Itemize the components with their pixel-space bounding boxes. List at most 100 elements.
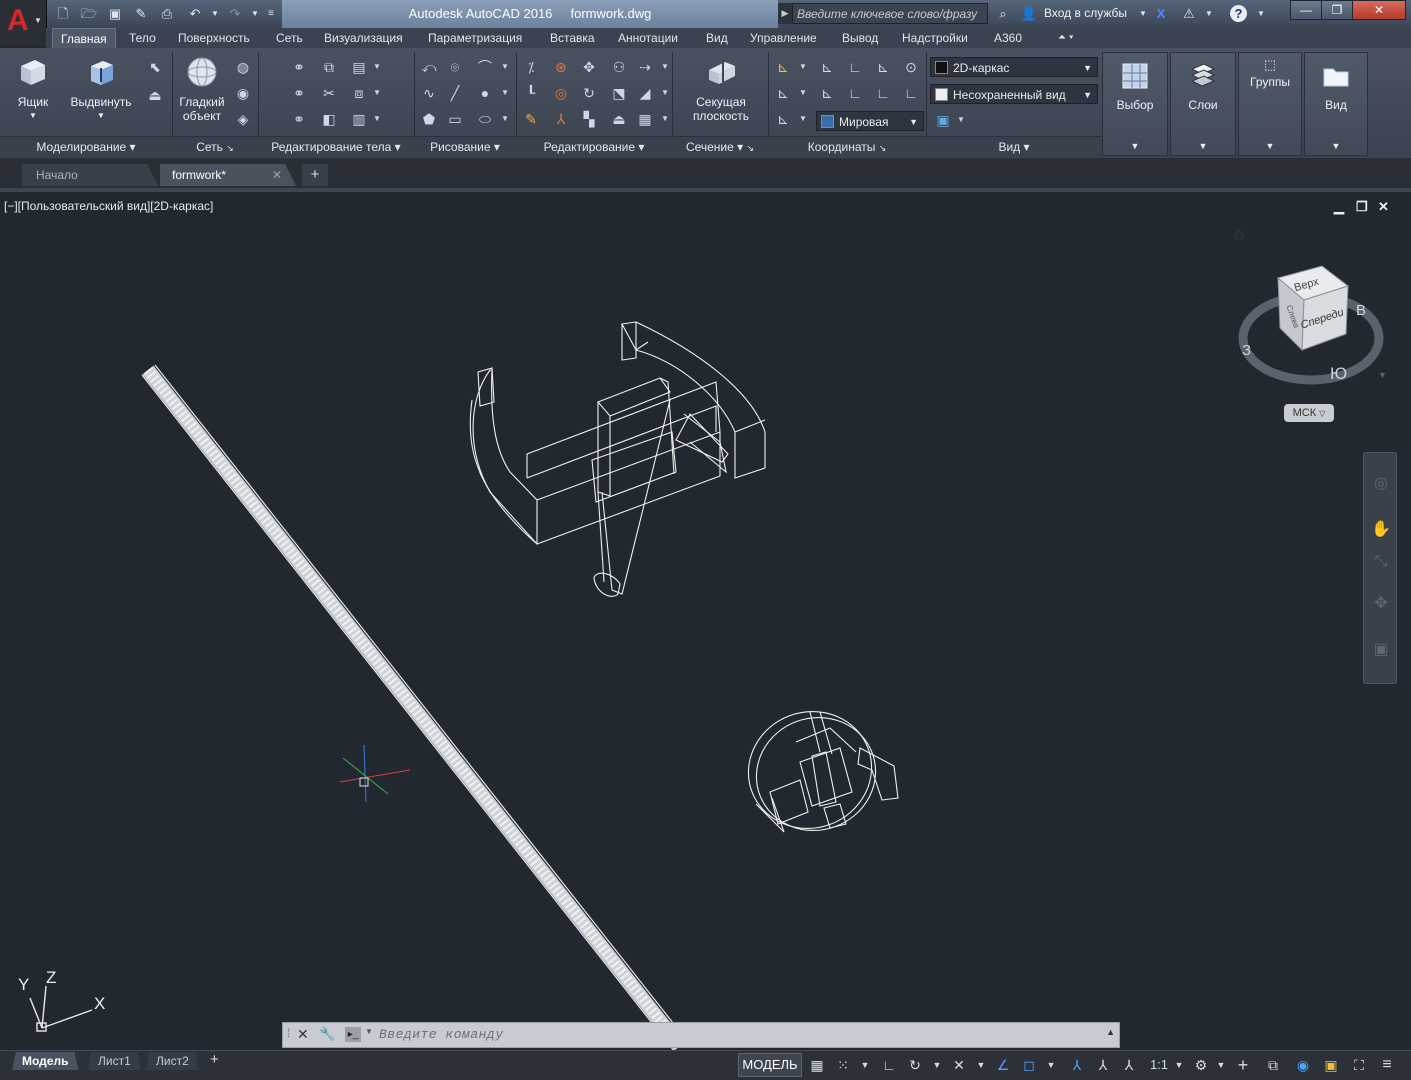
presspull-icon[interactable]: ⬉ bbox=[146, 58, 164, 76]
rect-array-icon[interactable]: ▦ bbox=[636, 110, 654, 128]
ucs-icon[interactable]: ⊾ bbox=[774, 58, 792, 76]
chevron-down-icon[interactable]: ▼ bbox=[368, 58, 386, 76]
layout-tab-sheet2[interactable]: Лист2 bbox=[146, 1052, 199, 1070]
line-icon[interactable]: ⤺ bbox=[420, 58, 438, 76]
extrude-button[interactable]: Выдвинуть ▼ bbox=[70, 52, 132, 123]
new-file-icon[interactable]: 🗋 bbox=[54, 5, 72, 22]
close-icon[interactable]: ✕ bbox=[297, 1026, 309, 1043]
showmotion-icon[interactable]: ▣ bbox=[1370, 639, 1392, 661]
isodraft-icon[interactable]: ✕ bbox=[948, 1053, 970, 1077]
section-plane-button[interactable]: Секущая плоскость bbox=[680, 52, 762, 123]
rotate-3d-icon[interactable]: ⊛ bbox=[552, 58, 570, 76]
tab-surface[interactable]: Поверхность bbox=[178, 28, 250, 48]
chevron-down-icon[interactable]: ▼ bbox=[926, 1053, 948, 1077]
groups-panel-button[interactable]: ⬚ Группы ▼ bbox=[1238, 52, 1302, 156]
hardware-acceleration-icon[interactable]: ◉ bbox=[1292, 1053, 1314, 1077]
maximize-button[interactable]: ❐ bbox=[1321, 0, 1353, 20]
trim-icon[interactable]: ⁒ bbox=[522, 58, 540, 76]
orbit-icon[interactable]: ✥ bbox=[1370, 593, 1392, 615]
save-icon[interactable]: ▣ bbox=[106, 5, 124, 22]
compass-west[interactable]: З bbox=[1242, 342, 1251, 359]
panel-section-title[interactable]: Сечение ▾ ↘ bbox=[672, 136, 768, 157]
extrude-faces-icon[interactable]: ▤ bbox=[350, 58, 368, 76]
binoculars-icon[interactable]: ⌕ bbox=[994, 5, 1012, 22]
layout-tab-model[interactable]: Модель bbox=[12, 1052, 79, 1070]
visual-style-combo[interactable]: 2D-каркас ▼ bbox=[930, 57, 1098, 77]
ucs-origin-icon[interactable]: ⊾ bbox=[818, 58, 836, 76]
separate-icon[interactable]: ⧈ bbox=[350, 84, 368, 102]
spline-icon[interactable]: ∿ bbox=[420, 84, 438, 102]
search-input[interactable]: Введите ключевое слово/фразу bbox=[792, 3, 988, 24]
extract-edges-icon[interactable]: ⧉ bbox=[320, 58, 338, 76]
pan-icon[interactable]: ✋ bbox=[1370, 519, 1392, 541]
stretch-icon[interactable]: ⬔ bbox=[610, 84, 628, 102]
command-line[interactable]: ⁞ ✕ 🔧 ▸_ ▼ Введите команду ▲ bbox=[282, 1022, 1120, 1048]
customization-menu-icon[interactable]: ≡ bbox=[1376, 1053, 1398, 1077]
help-dropdown-icon[interactable]: ▼ bbox=[1252, 5, 1270, 22]
erase-icon[interactable]: ✎ bbox=[522, 110, 540, 128]
compass-east[interactable]: В bbox=[1356, 302, 1366, 319]
scale-icon[interactable]: ◢ bbox=[636, 84, 654, 102]
a360-dropdown-icon[interactable]: ▼ bbox=[1200, 5, 1218, 22]
ucs-object-icon[interactable]: ⊾ bbox=[874, 58, 892, 76]
polyline-icon[interactable]: ╱ bbox=[446, 84, 464, 102]
object-snap-tracking-icon[interactable]: ∠ bbox=[992, 1053, 1014, 1077]
chevron-down-icon[interactable]: ▼ bbox=[496, 84, 514, 102]
drawing-canvas[interactable] bbox=[0, 192, 1411, 1050]
command-input[interactable]: Введите команду bbox=[379, 1026, 1079, 1044]
sign-in-label[interactable]: Вход в службы bbox=[1044, 6, 1127, 20]
intersect-icon[interactable]: ⚭ bbox=[290, 110, 308, 128]
slice-icon[interactable]: ✂ bbox=[320, 84, 338, 102]
mirror-3d-icon[interactable]: ⅄ bbox=[552, 110, 570, 128]
close-tab-icon[interactable]: ✕ bbox=[272, 164, 282, 186]
chevron-down-icon[interactable]: ▼ bbox=[1210, 1053, 1232, 1077]
rectangle-icon[interactable]: ▭ bbox=[446, 110, 464, 128]
chevron-down-icon[interactable]: ▼ bbox=[368, 110, 386, 128]
help-icon[interactable]: ? bbox=[1230, 5, 1247, 22]
viewport-config-icon[interactable]: ▣ bbox=[934, 111, 952, 129]
thicken-icon[interactable]: ◧ bbox=[320, 110, 338, 128]
tab-home[interactable]: Главная bbox=[52, 28, 116, 48]
annotation-scale-icon[interactable]: ⅄ bbox=[1118, 1053, 1140, 1077]
move-icon[interactable]: ✥ bbox=[580, 58, 598, 76]
chevron-down-icon[interactable]: ▼ bbox=[365, 1027, 373, 1036]
ucs-previous-icon[interactable]: ⊾ bbox=[818, 84, 836, 102]
ucs-3point-icon[interactable]: ∟ bbox=[846, 58, 864, 76]
compass-south[interactable]: Ю bbox=[1330, 364, 1347, 384]
undo-dropdown-icon[interactable]: ▼ bbox=[206, 5, 224, 22]
formwork-clamp-model[interactable] bbox=[469, 321, 766, 597]
grid-icon[interactable]: ▦ bbox=[806, 1053, 828, 1077]
panel-view-title[interactable]: Вид ▾ bbox=[926, 136, 1102, 157]
chevron-down-icon[interactable]: ▼ bbox=[952, 111, 970, 129]
panel-draw-title[interactable]: Рисование ▾ bbox=[414, 136, 516, 157]
hatch-icon[interactable]: ⌾ bbox=[446, 58, 464, 76]
zoom-extents-icon[interactable]: ⤡ bbox=[1370, 551, 1392, 573]
viewport-restore-icon[interactable]: ❐ bbox=[1356, 199, 1368, 215]
undo-icon[interactable]: ↶ bbox=[186, 5, 204, 22]
panel-mesh-title[interactable]: Сеть ↘ bbox=[172, 136, 258, 157]
copy-icon[interactable]: ⚇ bbox=[610, 58, 628, 76]
view-panel-button[interactable]: Вид ▼ bbox=[1304, 52, 1368, 156]
box-button[interactable]: Ящик ▼ bbox=[8, 52, 58, 123]
panel-coordinates-title[interactable]: Координаты ↘ bbox=[768, 136, 926, 157]
search-expand-icon[interactable]: ▶ bbox=[778, 3, 792, 24]
mesh-refine-icon[interactable]: ◈ bbox=[234, 110, 252, 128]
tab-solid[interactable]: Тело bbox=[129, 28, 156, 48]
polysolid-icon[interactable]: ⏏ bbox=[146, 86, 164, 104]
round-clamp-model[interactable] bbox=[732, 694, 899, 847]
wrench-icon[interactable]: 🔧 bbox=[319, 1026, 335, 1042]
tab-start[interactable]: Начало bbox=[22, 164, 158, 186]
union-icon[interactable]: ⚭ bbox=[290, 58, 308, 76]
tab-a360[interactable]: A360 bbox=[994, 28, 1022, 48]
layout-tab-sheet1[interactable]: Лист1 bbox=[88, 1052, 141, 1070]
array-icon[interactable]: ▚ bbox=[580, 110, 598, 128]
polar-tracking-icon[interactable]: ↻ bbox=[904, 1053, 926, 1077]
viewport-controls-label[interactable]: [−][Пользовательский вид][2D-каркас] bbox=[4, 199, 213, 213]
redo-icon[interactable]: ↷ bbox=[226, 5, 244, 22]
align-3d-icon[interactable]: ◎ bbox=[552, 84, 570, 102]
tab-view[interactable]: Вид bbox=[706, 28, 728, 48]
user-icon[interactable]: 👤 bbox=[1020, 5, 1038, 22]
ucs-view-icon[interactable]: ⊙ bbox=[902, 58, 920, 76]
named-view-combo[interactable]: Несохраненный вид ▼ bbox=[930, 84, 1098, 104]
chevron-down-icon[interactable]: ▼ bbox=[496, 110, 514, 128]
